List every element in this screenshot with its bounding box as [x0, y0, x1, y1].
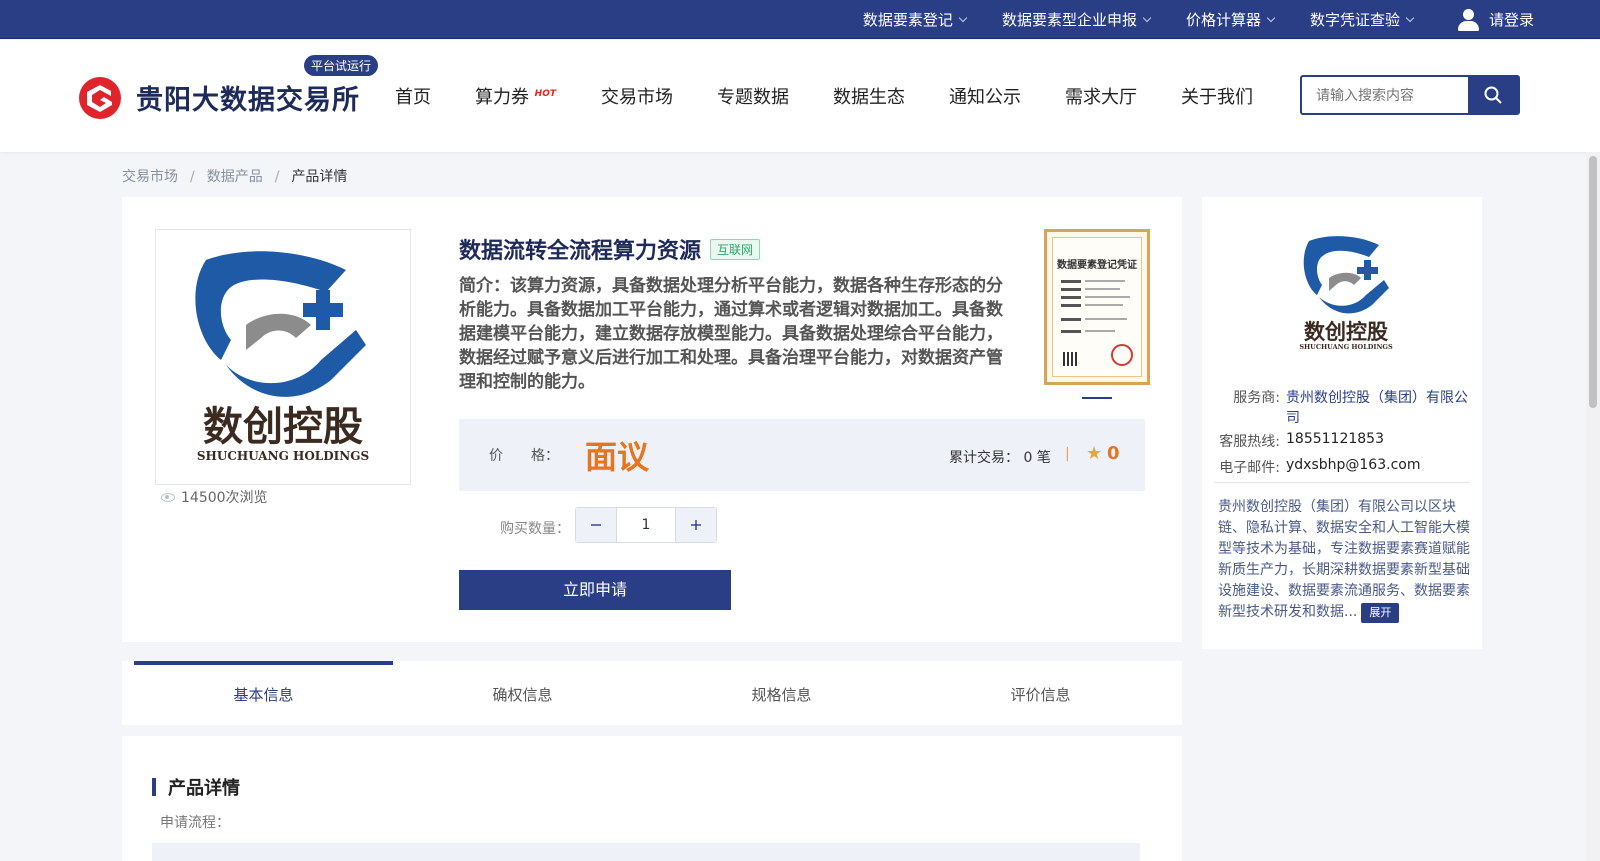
provider-phone-row: 客服热线: 18551121853	[1202, 431, 1482, 451]
view-count: 14500次浏览	[161, 487, 268, 507]
eye-icon	[161, 492, 175, 502]
top-menu-enterprise-declaration[interactable]: 数据要素型企业申报	[1002, 9, 1152, 30]
certificate-indicator[interactable]	[1082, 397, 1112, 399]
shuchuang-logo: 数创控股 SHUCHUANG HOLDINGS	[195, 251, 369, 463]
breadcrumb: 交易市场 / 数据产品 / 产品详情	[122, 169, 348, 185]
section-title: 产品详情	[152, 774, 240, 800]
beta-badge: 平台试运行	[304, 55, 379, 76]
registration-certificate[interactable]: 数据要素登记凭证	[1044, 229, 1150, 385]
expand-button[interactable]: 展开	[1361, 603, 1400, 623]
breadcrumb-current: 产品详情	[291, 169, 348, 185]
provider-email: ydxsbhp@163.com	[1286, 457, 1421, 473]
tab-review-info[interactable]: 评价信息	[911, 661, 1170, 725]
certificate-title: 数据要素登记凭证	[1057, 260, 1137, 271]
provider-phone: 18551121853	[1286, 431, 1384, 447]
seal-icon	[1111, 344, 1133, 366]
star-icon: ★	[1086, 443, 1103, 464]
rating-score: 0	[1107, 443, 1120, 464]
search-icon	[1484, 86, 1502, 104]
nav-topic-data[interactable]: 专题数据	[717, 83, 789, 109]
industry-tag: 互联网	[710, 238, 761, 260]
nav-demand-hall[interactable]: 需求大厅	[1065, 83, 1137, 109]
decrease-button[interactable]	[576, 508, 616, 542]
product-image: 数创控股 SHUCHUANG HOLDINGS	[155, 229, 411, 485]
quantity-input[interactable]: 1	[616, 508, 676, 542]
tab-spec-info[interactable]: 规格信息	[652, 661, 911, 725]
main-header: 贵阳大数据交易所 平台试运行 首页 算力券 HOT 交易市场 专题数据 数据生态 …	[0, 40, 1600, 152]
price-panel: 价 格： 面议 累计交易： 0 笔 | ★ 0	[459, 419, 1145, 491]
price-value: 面议	[585, 438, 650, 476]
top-menu: 数据要素登记 数据要素型企业申报 价格计算器 数字凭证查验 请登录	[827, 0, 1534, 39]
provider-name-row: 服务商: 贵州数创控股（集团）有限公司	[1202, 387, 1482, 427]
nav-about[interactable]: 关于我们	[1181, 83, 1253, 109]
nav-notices[interactable]: 通知公示	[949, 83, 1021, 109]
top-menu-price-calculator[interactable]: 价格计算器	[1186, 9, 1276, 30]
apply-process-label: 申请流程：	[160, 815, 230, 831]
page-scrollbar[interactable]	[1586, 152, 1600, 861]
exchange-logo-icon[interactable]	[78, 76, 122, 120]
main-nav: 首页 算力券 HOT 交易市场 专题数据 数据生态 通知公示 需求大厅 关于我们	[395, 83, 1297, 109]
provider-email-row: 电子邮件: ydxsbhp@163.com	[1202, 457, 1482, 477]
tab-basic-info[interactable]: 基本信息	[134, 661, 393, 725]
svg-text:数创控股: 数创控股	[203, 404, 363, 450]
top-menu-data-registration[interactable]: 数据要素登记	[863, 9, 968, 30]
nav-ecosystem[interactable]: 数据生态	[833, 83, 905, 109]
chevron-down-icon	[1266, 13, 1276, 22]
svg-text:SHUCHUANG HOLDINGS: SHUCHUANG HOLDINGS	[1299, 343, 1393, 351]
product-detail-section: 产品详情 申请流程：	[122, 736, 1182, 861]
search-button[interactable]	[1468, 77, 1518, 113]
plus-icon	[691, 520, 701, 530]
provider-name-link[interactable]: 贵州数创控股（集团）有限公司	[1286, 387, 1472, 427]
search-input[interactable]	[1302, 77, 1468, 113]
chevron-down-icon	[1405, 13, 1415, 22]
trade-count: 累计交易： 0 笔	[949, 450, 1051, 466]
chevron-down-icon	[1142, 13, 1152, 22]
svg-text:数创控股: 数创控股	[1304, 320, 1388, 344]
product-title: 数据流转全流程算力资源 互联网	[459, 233, 761, 265]
brand-name[interactable]: 贵阳大数据交易所	[136, 78, 360, 117]
provider-logo: 数创控股 SHUCHUANG HOLDINGS	[1299, 236, 1393, 351]
nav-market[interactable]: 交易市场	[601, 83, 673, 109]
provider-card: 数创控股 SHUCHUANG HOLDINGS 服务商: 贵州数创控股（集团）有…	[1202, 197, 1482, 649]
detail-tabs: 基本信息 确权信息 规格信息 评价信息	[122, 661, 1182, 725]
quantity-label: 购买数量：	[500, 521, 570, 537]
tab-rights-info[interactable]: 确权信息	[393, 661, 652, 725]
product-intro: 简介：该算力资源，具备数据处理分析平台能力，数据各种生存形态的分析能力。具备数据…	[459, 276, 1003, 392]
apply-button[interactable]: 立即申请	[459, 570, 731, 610]
search-box	[1300, 75, 1520, 115]
divider: |	[1065, 446, 1070, 462]
price-label: 价 格：	[489, 448, 559, 464]
nav-home[interactable]: 首页	[395, 83, 431, 109]
provider-description: 贵州数创控股（集团）有限公司以区块链、隐私计算、数据安全和人工智能大模型等技术为…	[1218, 497, 1472, 623]
top-menu-certificate-check[interactable]: 数字凭证查验	[1310, 9, 1415, 30]
increase-button[interactable]	[676, 508, 716, 542]
qr-code-icon	[1063, 352, 1077, 366]
svg-text:SHUCHUANG HOLDINGS: SHUCHUANG HOLDINGS	[197, 449, 369, 463]
hot-badge: HOT	[534, 89, 556, 99]
product-card: 数创控股 SHUCHUANG HOLDINGS 14500次浏览 数据流转全流程…	[122, 197, 1182, 642]
minus-icon	[591, 524, 601, 526]
quantity-stepper: 1	[575, 507, 717, 543]
breadcrumb-data-products[interactable]: 数据产品	[207, 169, 263, 185]
user-icon	[1457, 8, 1479, 32]
divider	[1214, 482, 1470, 483]
process-panel	[152, 843, 1140, 861]
top-bar: 数据要素登记 数据要素型企业申报 价格计算器 数字凭证查验 请登录	[0, 0, 1600, 39]
chevron-down-icon	[958, 13, 968, 22]
scrollbar-thumb[interactable]	[1589, 156, 1597, 408]
nav-compute-voucher[interactable]: 算力券 HOT	[475, 83, 556, 109]
login-button[interactable]: 请登录	[1457, 8, 1534, 32]
breadcrumb-market[interactable]: 交易市场	[122, 169, 178, 185]
title-bar	[152, 778, 156, 796]
